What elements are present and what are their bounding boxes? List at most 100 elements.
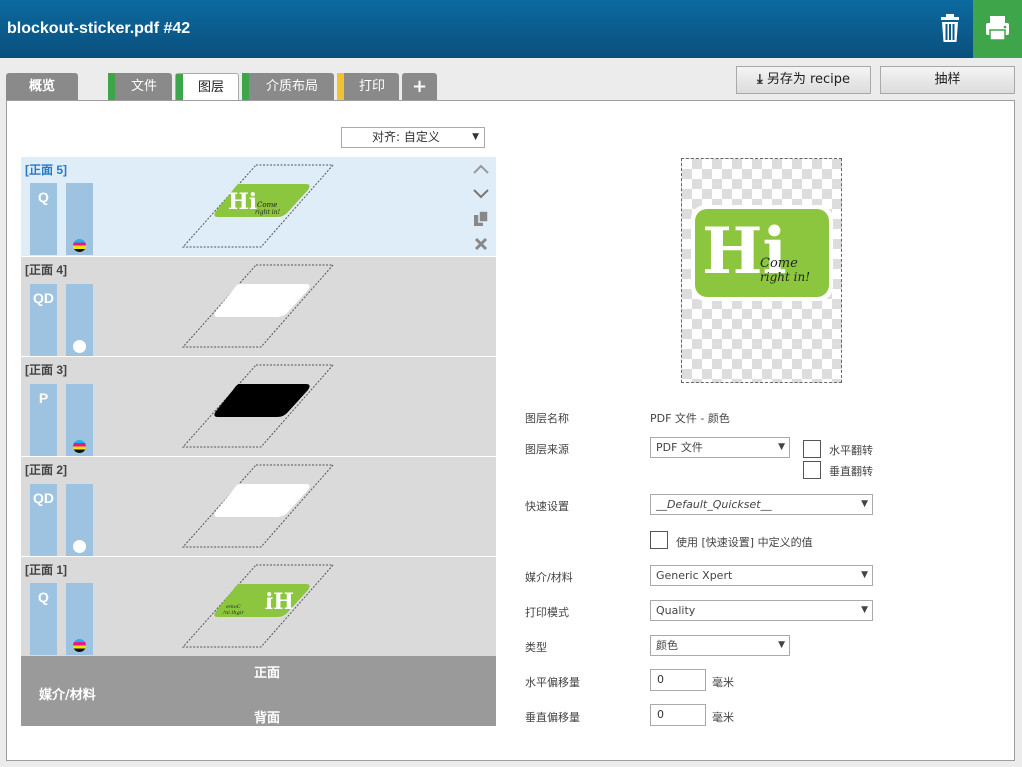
preview-script-line2: right in! xyxy=(760,270,810,284)
close-icon[interactable] xyxy=(472,235,490,253)
ink-channel-bar xyxy=(66,484,93,556)
print-mode-text: QD xyxy=(33,290,54,306)
tab-file[interactable]: 文件 xyxy=(108,73,172,101)
media-bar: 正面 媒介/材料 背面 xyxy=(21,656,496,726)
chevron-down-icon: ▼ xyxy=(472,132,479,142)
back-label: 背面 xyxy=(254,711,281,726)
save-recipe-button[interactable]: ⤓ 另存为 recipe xyxy=(736,66,871,94)
preview-script-line1: Come xyxy=(760,256,798,271)
print-button[interactable] xyxy=(973,0,1022,58)
horizontal-offset-unit: 毫米 xyxy=(712,676,734,689)
tab-status-strip xyxy=(242,73,249,101)
white-ink-icon xyxy=(73,540,86,553)
layer-name-value: PDF 文件 - 颜色 xyxy=(650,412,730,425)
print-mode-text: QD xyxy=(33,490,54,506)
cmyk-icon xyxy=(73,639,86,652)
layer-source-select[interactable]: PDF 文件 ▼ xyxy=(650,437,790,458)
tab-print[interactable]: 打印 xyxy=(337,73,399,101)
svg-text:Come: Come xyxy=(257,201,277,209)
svg-text:!ni thgir: !ni thgir xyxy=(223,610,244,616)
tab-media-layout[interactable]: 介质布局 xyxy=(242,73,334,101)
chevron-down-icon: ▼ xyxy=(861,499,868,509)
use-quickset-checkbox[interactable] xyxy=(650,531,668,549)
print-mode-badge: QD xyxy=(30,484,57,556)
media-select[interactable]: Generic Xpert ▼ xyxy=(650,565,873,586)
job-title: blockout-sticker.pdf #42 xyxy=(7,20,191,37)
chevron-down-icon: ▼ xyxy=(778,640,785,650)
layer-label: [正面 2] xyxy=(25,463,68,477)
chevron-down-icon: ▼ xyxy=(778,442,785,452)
chevron-up-icon[interactable] xyxy=(472,160,490,178)
print-mode-text: P xyxy=(38,390,49,406)
tab-layers[interactable]: 图层 xyxy=(175,73,239,104)
horizontal-offset-label: 水平偏移量 xyxy=(525,676,580,689)
layer-row[interactable]: [正面 4] QD xyxy=(21,257,496,356)
sample-label: 抽样 xyxy=(934,72,961,87)
duplicate-icon[interactable] xyxy=(472,210,490,228)
svg-text:Hi: Hi xyxy=(228,189,257,215)
cmyk-icon xyxy=(73,440,86,453)
layer-row[interactable]: [正面 1] Q Hi emoC !ni thgir xyxy=(21,557,496,656)
tab-status-strip xyxy=(108,73,115,101)
print-mode-select[interactable]: Quality ▼ xyxy=(650,600,873,621)
layer-source-label: 图层来源 xyxy=(525,443,569,456)
vertical-offset-input[interactable]: 0 xyxy=(650,704,706,726)
sticker-preview-image: Hi Come right in! xyxy=(691,205,833,301)
layer-thumbnail: Hi emoC !ni thgir xyxy=(181,564,335,648)
white-ink-icon xyxy=(73,340,86,353)
tab-overview[interactable]: 概览 xyxy=(6,73,78,101)
tab-print-label: 打印 xyxy=(358,79,385,94)
print-mode-badge: Q xyxy=(30,583,57,655)
download-icon: ⤓ xyxy=(756,72,763,87)
ink-channel-bar xyxy=(66,583,93,655)
layer-label: [正面 1] xyxy=(25,563,68,577)
save-recipe-label: 另存为 recipe xyxy=(766,72,851,87)
print-mode-badge: Q xyxy=(30,183,57,255)
use-quickset-label: 使用 [快速设置] 中定义的值 xyxy=(676,536,813,549)
svg-text:Hi: Hi xyxy=(265,589,294,615)
flip-vertical-label: 垂直翻转 xyxy=(829,465,873,478)
chevron-down-icon: ▼ xyxy=(861,570,868,580)
media-label: 媒介/材料 xyxy=(525,571,573,584)
type-value: 颜色 xyxy=(656,639,678,652)
layer-preview: Hi Come right in! xyxy=(681,158,842,383)
printer-icon xyxy=(986,16,1009,41)
layer-row[interactable]: [正面 5] Q Hi Come right in! xyxy=(21,157,496,256)
horizontal-offset-value: 0 xyxy=(657,673,664,686)
svg-text:right in!: right in! xyxy=(255,209,281,216)
print-mode-badge: P xyxy=(30,384,57,456)
layer-label: [正面 4] xyxy=(25,263,68,277)
flip-horizontal-checkbox[interactable] xyxy=(803,440,821,458)
tab-overview-label: 概览 xyxy=(28,79,55,94)
print-mode-text: Q xyxy=(38,189,49,205)
layer-name-label: 图层名称 xyxy=(525,412,569,425)
sample-button[interactable]: 抽样 xyxy=(880,66,1015,94)
layer-thumbnail xyxy=(181,464,335,548)
print-mode-badge: QD xyxy=(30,284,57,356)
app-header: blockout-sticker.pdf #42 xyxy=(0,0,1022,58)
align-select[interactable]: 对齐: 自定义 ▼ xyxy=(341,127,485,148)
layer-label: [正面 3] xyxy=(25,363,68,377)
chevron-down-icon: ▼ xyxy=(861,605,868,615)
flip-vertical-checkbox[interactable] xyxy=(803,461,821,479)
tab-file-label: 文件 xyxy=(130,79,157,94)
layer-thumbnail: Hi Come right in! xyxy=(181,164,335,248)
chevron-down-icon[interactable] xyxy=(472,185,490,203)
vertical-offset-unit: 毫米 xyxy=(712,711,734,724)
vertical-offset-label: 垂直偏移量 xyxy=(525,711,580,724)
horizontal-offset-input[interactable]: 0 xyxy=(650,669,706,691)
print-mode-text: Q xyxy=(38,589,49,605)
ink-channel-bar xyxy=(66,284,93,356)
vertical-offset-value: 0 xyxy=(657,708,664,721)
tab-layers-label: 图层 xyxy=(197,80,224,95)
add-tab-button[interactable]: + xyxy=(402,73,437,101)
layer-row[interactable]: [正面 2] QD xyxy=(21,457,496,556)
front-label: 正面 xyxy=(254,666,281,681)
layer-label: [正面 5] xyxy=(25,163,68,177)
tab-status-strip xyxy=(337,73,344,101)
quickset-select[interactable]: __Default_Quickset__ ▼ xyxy=(650,494,873,515)
layer-row[interactable]: [正面 3] P xyxy=(21,357,496,456)
type-select[interactable]: 颜色 ▼ xyxy=(650,635,790,656)
trash-icon[interactable] xyxy=(930,10,970,50)
align-select-value: 对齐: 自定义 xyxy=(372,130,440,144)
